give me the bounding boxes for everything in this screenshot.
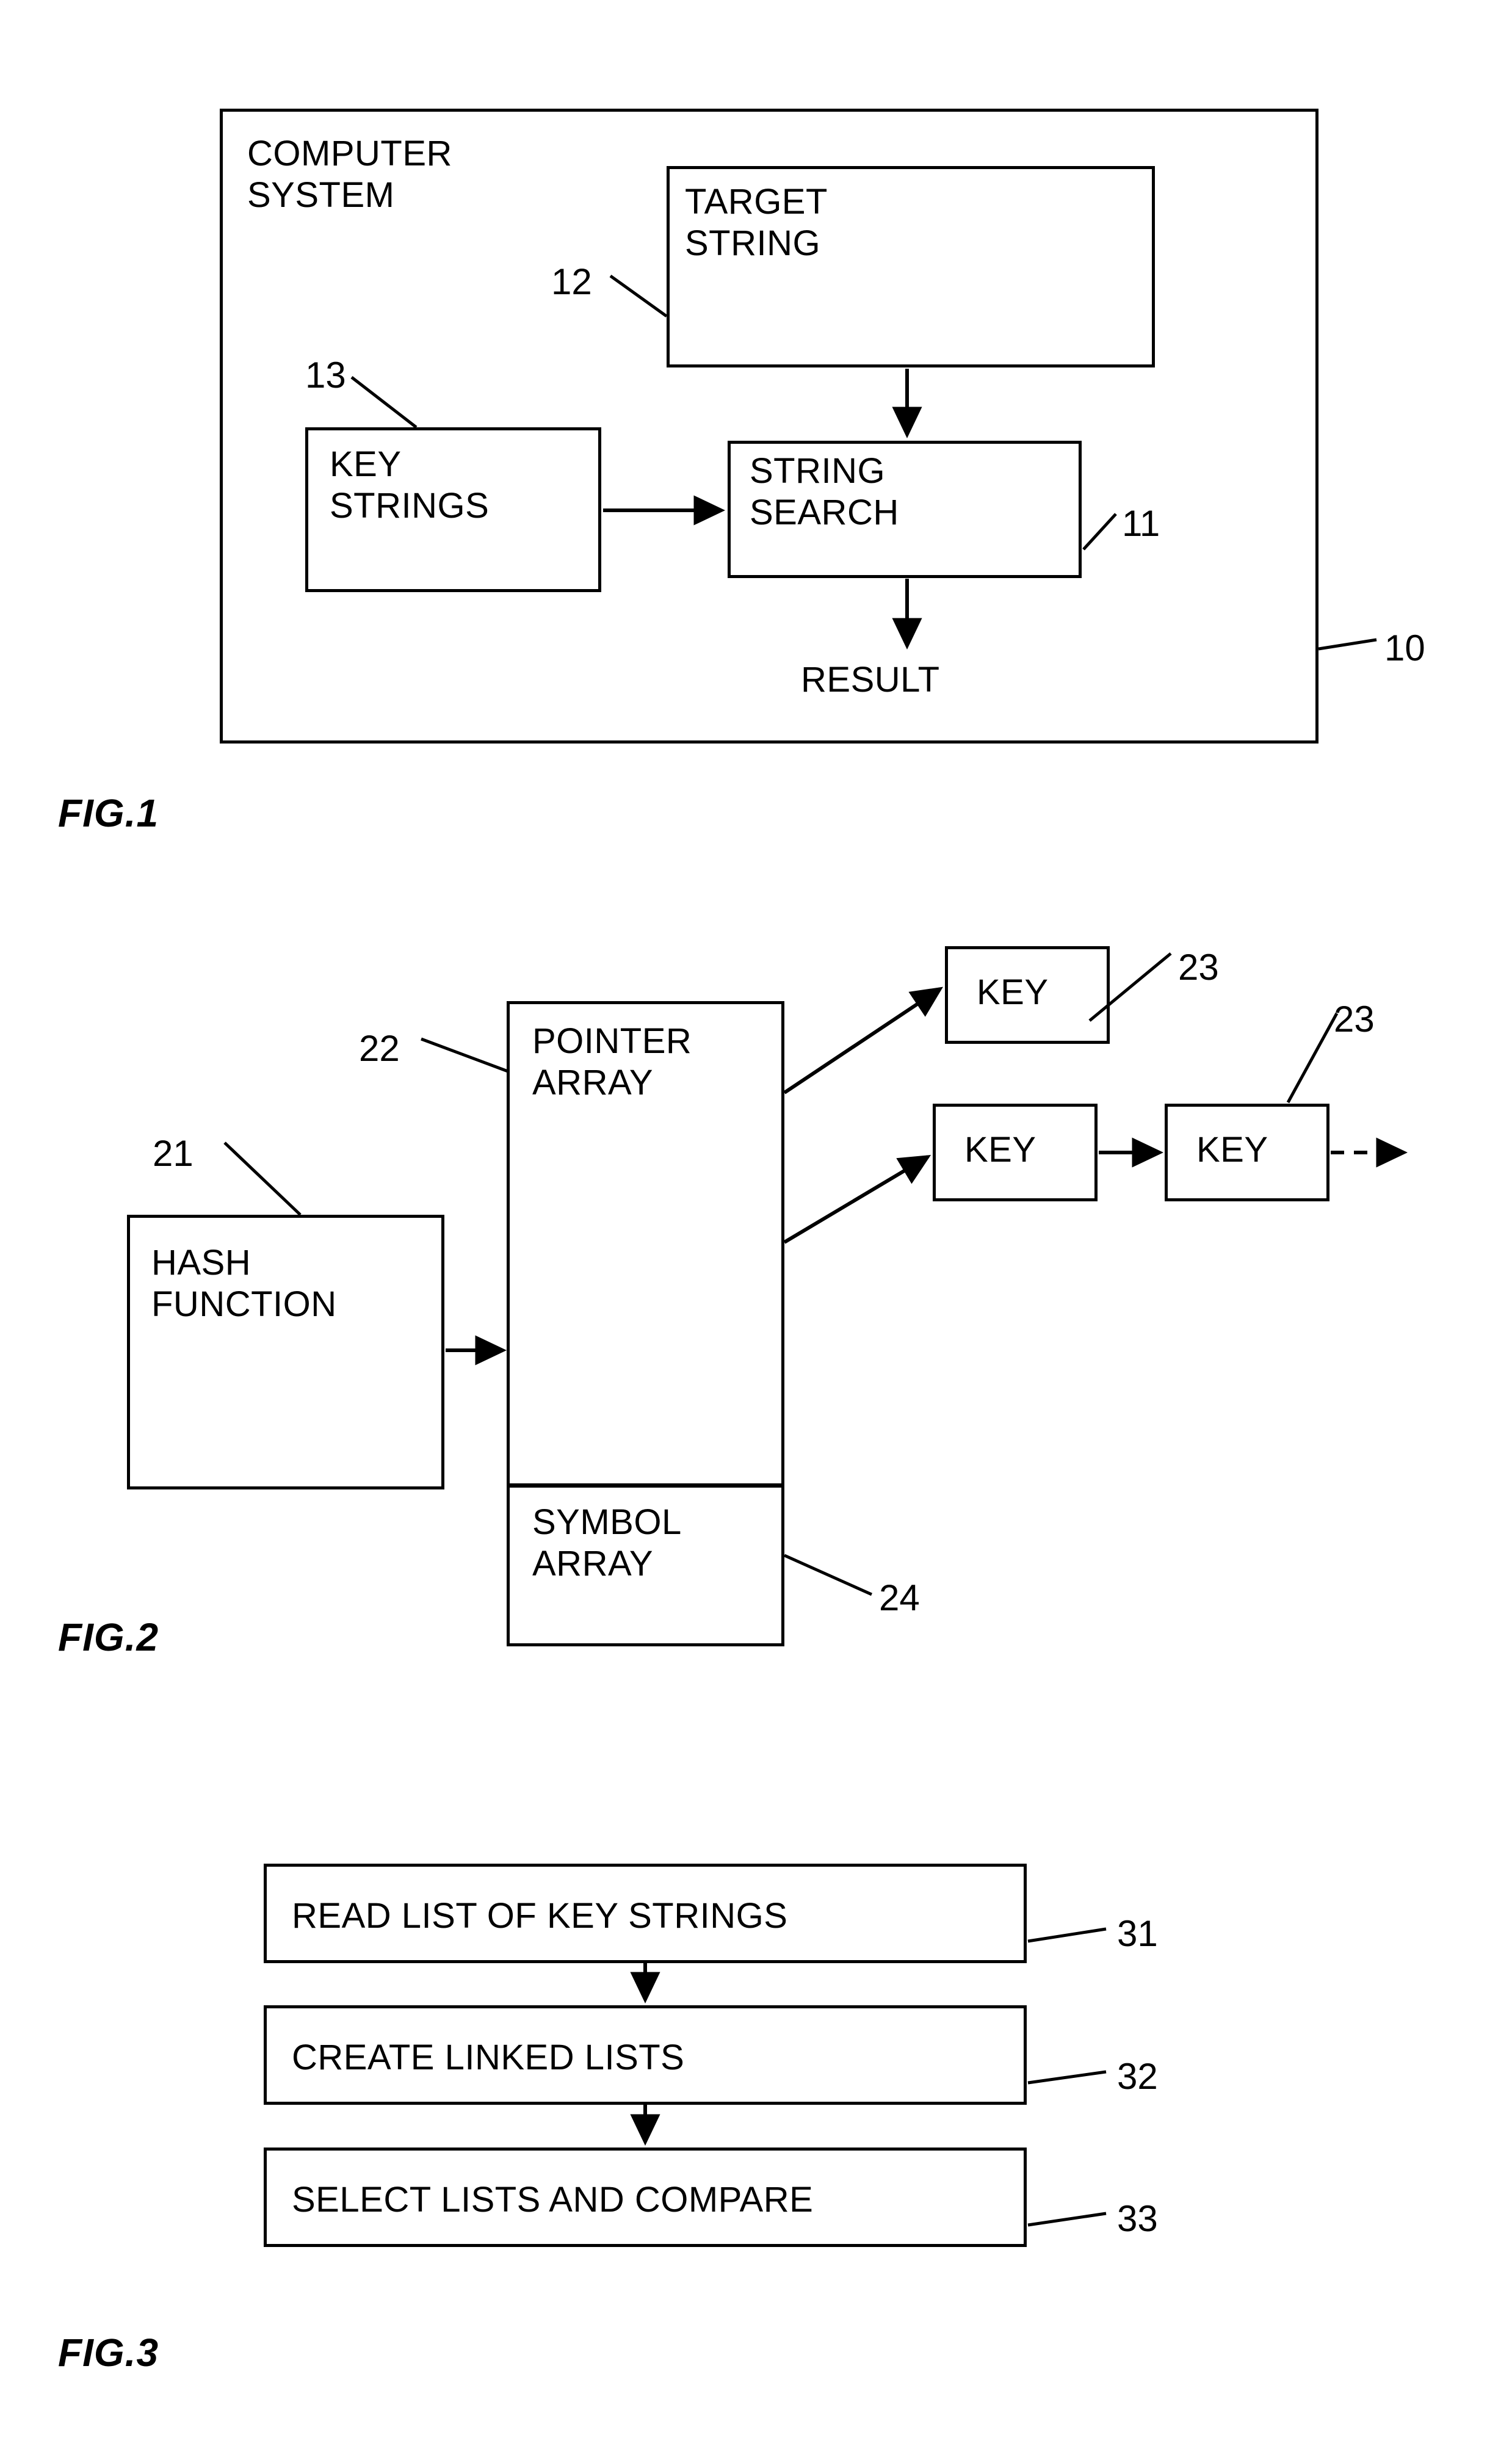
ref-23-top: 23 (1178, 947, 1219, 988)
leader-line-10 (1318, 638, 1377, 651)
figure-3-caption: FIG.3 (58, 2331, 159, 2375)
flow-step-label-1: READ LIST OF KEY STRINGS (292, 1896, 788, 1936)
ref-11: 11 (1122, 503, 1160, 544)
ref-31: 31 (1117, 1913, 1158, 1954)
target-string-label: TARGET STRING (685, 182, 828, 264)
key-box-chain-1-label: KEY (964, 1130, 1036, 1170)
pointer-array-label: POINTER ARRAY (532, 1021, 692, 1103)
string-search-label: STRING SEARCH (750, 451, 899, 533)
ref-33: 33 (1117, 2198, 1158, 2239)
ref-21: 21 (153, 1133, 194, 1174)
symbol-array-label: SYMBOL ARRAY (532, 1502, 682, 1584)
hash-function-label: HASH FUNCTION (151, 1243, 337, 1325)
leader-line-31 (1027, 1927, 1107, 1943)
arrow-pointer-to-key-top (783, 986, 943, 1095)
ref-12: 12 (551, 261, 592, 302)
computer-system-label: COMPUTER SYSTEM (247, 134, 452, 215)
ref-23-chain: 23 (1334, 999, 1375, 1040)
ref-32: 32 (1117, 2056, 1158, 2097)
flow-step-label-3: SELECT LISTS AND COMPARE (292, 2180, 814, 2220)
leader-line-24 (783, 1554, 873, 1596)
patent-drawing-sheet: COMPUTER SYSTEM TARGET STRING KEY STRING… (0, 0, 1512, 2457)
ref-13: 13 (305, 355, 346, 396)
leader-line-33 (1027, 2212, 1107, 2227)
key-box-chain-2-label: KEY (1196, 1130, 1268, 1170)
leader-line-32 (1027, 2070, 1107, 2085)
figure-1-caption: FIG.1 (58, 791, 159, 835)
figure-2-caption: FIG.2 (58, 1615, 159, 1659)
result-label: RESULT (801, 660, 940, 700)
leader-line-22 (421, 1037, 508, 1073)
key-strings-label: KEY STRINGS (330, 444, 490, 526)
arrow-pointer-to-key-chain (783, 1154, 931, 1244)
flow-step-label-2: CREATE LINKED LISTS (292, 2038, 685, 2077)
leader-line-23-chain (1286, 1012, 1339, 1104)
leader-line-21 (223, 1142, 302, 1216)
ref-22: 22 (359, 1028, 400, 1069)
ref-10: 10 (1384, 628, 1425, 668)
key-box-top-label: KEY (977, 972, 1049, 1012)
ref-24: 24 (879, 1577, 920, 1618)
